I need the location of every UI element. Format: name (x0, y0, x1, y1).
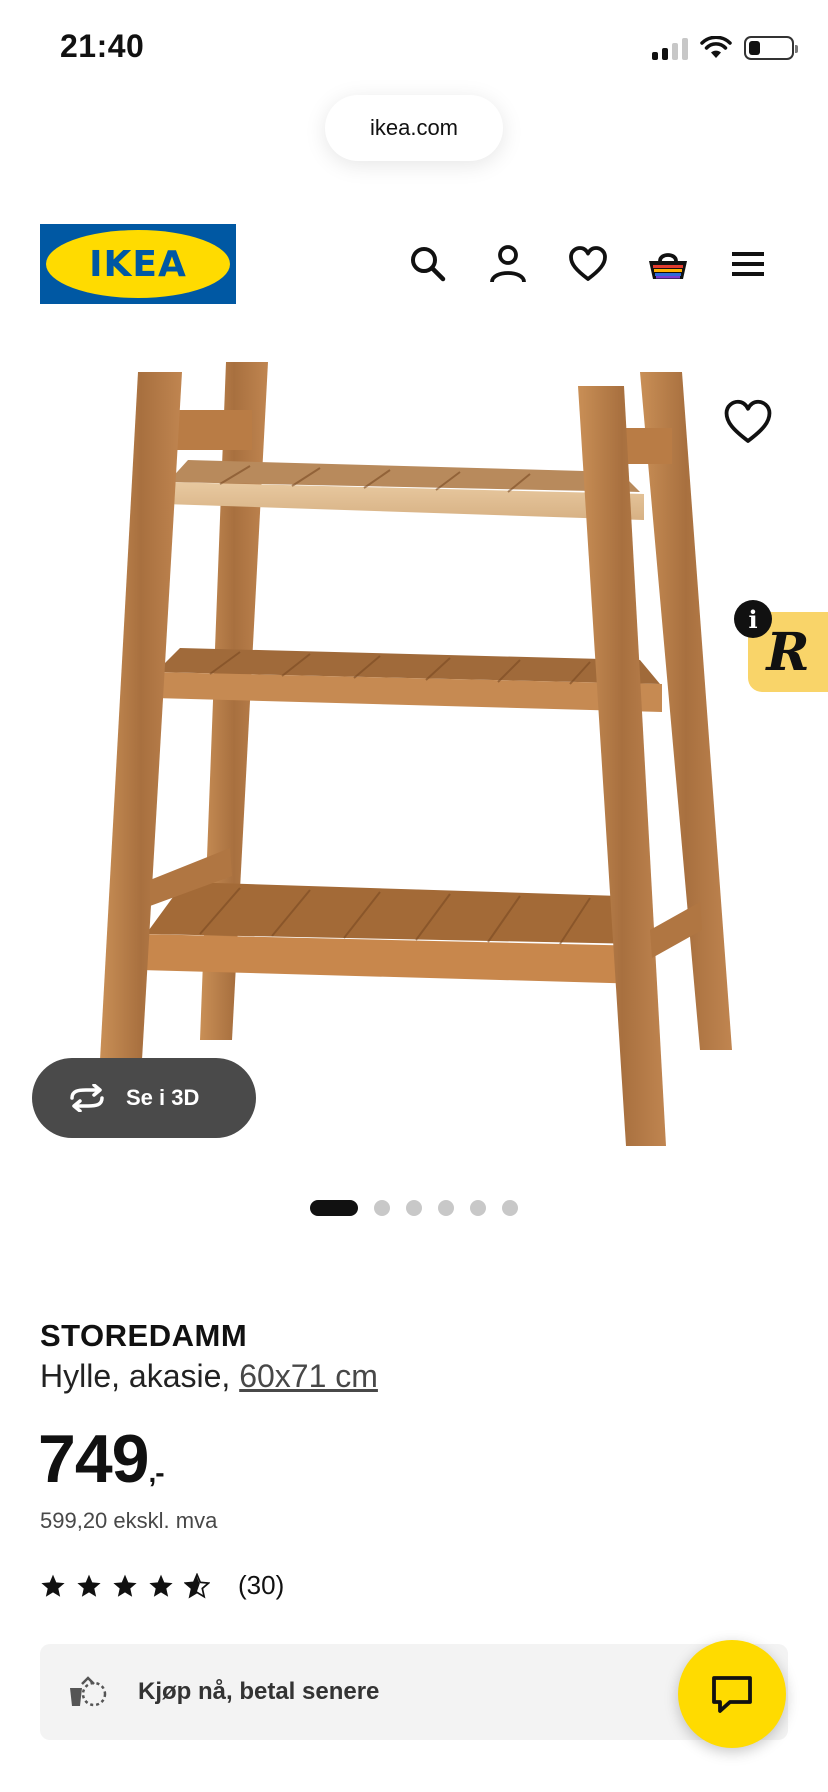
pay-later-banner[interactable]: Kjøp nå, betal senere (40, 1644, 788, 1740)
star-icon (77, 1574, 101, 1597)
info-icon[interactable]: i (734, 600, 772, 638)
carousel-dot[interactable] (406, 1200, 422, 1216)
ikea-logo[interactable]: IKEA (40, 224, 236, 304)
star-icon (41, 1574, 65, 1597)
product-price: 749,- (38, 1420, 165, 1498)
price-excl-vat: 599,20 ekskl. mva (40, 1508, 218, 1533)
shopping-bag-icon[interactable] (644, 240, 692, 288)
logo-text: IKEA (89, 243, 187, 285)
carousel-dot[interactable] (502, 1200, 518, 1216)
r-logo-icon: R (766, 621, 810, 683)
carousel-dots (310, 1200, 518, 1216)
carousel-dot[interactable] (374, 1200, 390, 1216)
product-name: STOREDAMM (40, 1318, 248, 1353)
wifi-icon (700, 36, 732, 58)
view-3d-button[interactable]: Se i 3D (32, 1058, 256, 1138)
signal-icon (652, 36, 688, 60)
product-type: Hylle, akasie, (40, 1358, 240, 1394)
star-icon (113, 1574, 137, 1597)
product-size-link[interactable]: 60x71 cm (239, 1358, 378, 1394)
view-3d-label: Se i 3D (126, 1085, 200, 1110)
rating-count: (30) (238, 1570, 285, 1600)
price-suffix: ,- (148, 1457, 164, 1488)
carousel-dot[interactable] (470, 1200, 486, 1216)
chat-icon (712, 1676, 752, 1713)
status-icons (652, 36, 798, 60)
add-to-wishlist-icon[interactable] (722, 398, 774, 446)
chat-button[interactable] (678, 1640, 786, 1748)
product-image[interactable] (0, 340, 828, 1170)
product-rating[interactable]: (30) (40, 1570, 284, 1601)
carousel-dot-active[interactable] (310, 1200, 358, 1216)
battery-icon (744, 36, 798, 60)
search-icon[interactable] (404, 240, 452, 288)
pay-later-icon (70, 1676, 107, 1707)
status-bar: 21:40 (0, 0, 828, 100)
rotate-3d-icon (70, 1084, 104, 1112)
pay-later-label: Kjøp nå, betal senere (138, 1678, 380, 1705)
price-value: 749 (38, 1421, 149, 1497)
product-description: Hylle, akasie, 60x71 cm (40, 1358, 378, 1395)
url-bar[interactable]: ikea.com (325, 95, 503, 161)
menu-icon[interactable] (724, 240, 772, 288)
heart-icon[interactable] (564, 240, 612, 288)
carousel-dot[interactable] (438, 1200, 454, 1216)
status-time: 21:40 (60, 28, 145, 64)
account-icon[interactable] (484, 240, 532, 288)
star-icon (149, 1574, 173, 1597)
half-star-icon (184, 1572, 210, 1599)
